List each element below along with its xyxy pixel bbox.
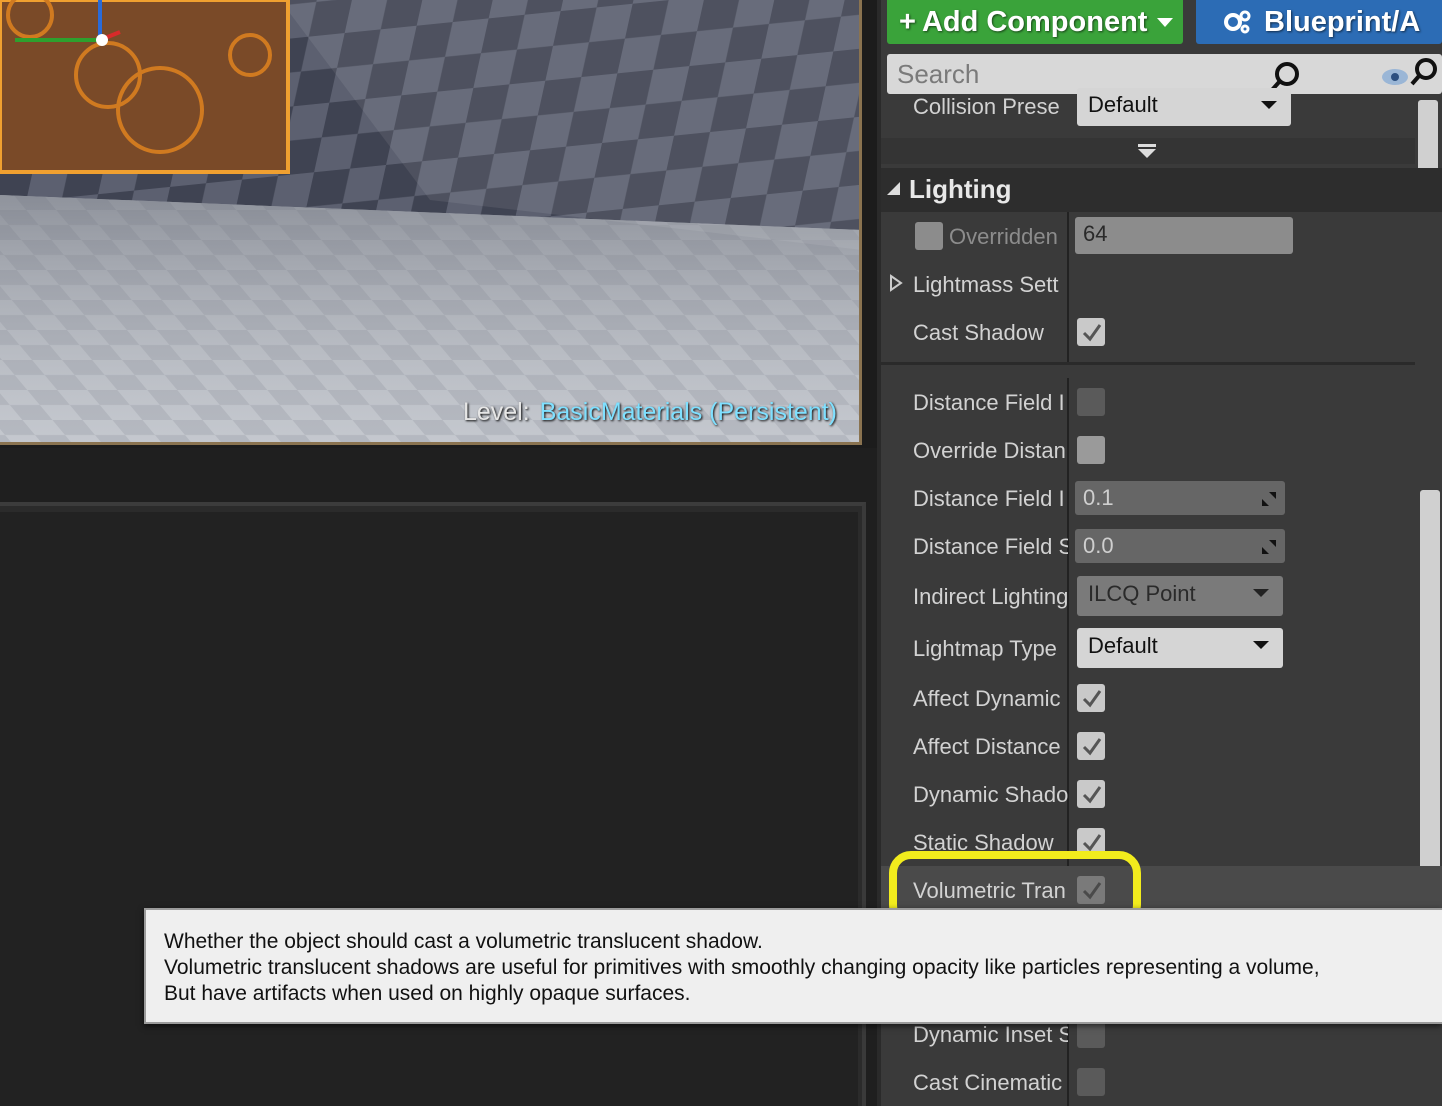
tooltip-line: But have artifacts when used on highly o… [164,982,691,1005]
dropdown-value: Default [1088,92,1158,117]
checkmark-icon [1082,786,1102,804]
checkmark-icon [1082,738,1102,756]
checkmark-icon [1082,690,1102,708]
affect-dynamic-checkbox[interactable] [1077,684,1105,712]
collision-preset-dropdown[interactable]: Default [1077,88,1291,126]
resize-arrows-icon [1261,535,1277,554]
resize-arrows-icon [1261,487,1277,506]
field-value: 0.0 [1083,533,1114,558]
dropdown-value: ILCQ Point [1088,581,1196,606]
cast-cinematic-shadow-label: Cast Cinematic [913,1070,1063,1095]
lightmap-type-label: Lightmap Type [913,636,1057,661]
overridden-value-field[interactable]: 64 [1075,217,1293,254]
affect-dynamic-label: Affect Dynamic [913,686,1061,711]
cast-shadow-checkbox[interactable] [1077,318,1105,346]
dynamic-inset-shadow-checkbox[interactable] [1077,1020,1105,1048]
viewport-scene [0,0,859,442]
add-component-button[interactable]: + Add Component [887,0,1183,44]
expand-arrow-icon [1138,144,1156,158]
lighting-section-header[interactable]: Lighting [881,168,1442,212]
checkmark-icon [1082,834,1102,852]
level-name: BasicMaterials (Persistent) [539,398,837,426]
expand-triangle-icon[interactable] [889,274,903,292]
lower-scrollbar-thumb[interactable] [1420,490,1440,875]
distance-field-indirect-value[interactable]: 0.1 [1075,481,1285,515]
tooltip-line: Whether the object should cast a volumet… [164,930,763,953]
overridden-checkbox[interactable] [915,222,943,250]
blueprint-label: Blueprint/A [1264,5,1421,38]
level-label: Level: [462,398,530,426]
chevron-down-icon [1261,101,1277,109]
search-options-icon[interactable] [1408,56,1440,88]
advanced-expander[interactable] [881,138,1415,164]
distance-field-self-shadow-value[interactable]: 0.0 [1075,529,1285,563]
chevron-down-icon [1253,589,1269,597]
blueprint-button[interactable]: Blueprint/A [1196,0,1442,44]
field-value: 0.1 [1083,485,1114,510]
indirect-lighting-label: Indirect Lighting [913,584,1068,609]
level-viewport[interactable]: Level: BasicMaterials (Persistent) [0,0,862,445]
distance-field-self-shadow-label: Distance Field S [913,534,1068,559]
checkmark-icon [1082,324,1102,342]
add-component-label: Add Component [921,5,1148,38]
group-divider [881,362,1415,365]
tooltip: Whether the object should cast a volumet… [144,908,1442,1024]
indirect-lighting-dropdown[interactable]: ILCQ Point [1077,576,1283,616]
dynamic-shadow-checkbox[interactable] [1077,780,1105,808]
level-indicator: Level: BasicMaterials (Persistent) [463,398,837,427]
lightmap-type-dropdown[interactable]: Default [1077,628,1283,668]
section-title: Lighting [909,174,1012,204]
distance-field-label: Distance Field I [913,390,1065,415]
overridden-label: Overridden [949,224,1058,249]
collapse-triangle-icon [887,182,900,195]
gears-icon [1224,10,1251,34]
distance-field-indirect-label: Distance Field I [913,486,1065,511]
dynamic-inset-shadow-label: Dynamic Inset S [913,1022,1068,1047]
cast-shadow-label: Cast Shadow [913,320,1044,345]
dropdown-value: Default [1088,633,1158,658]
search-input[interactable] [897,56,1257,92]
tooltip-line: Volumetric translucent shadows are usefu… [164,956,1320,979]
affect-distance-label: Affect Distance [913,734,1061,759]
affect-distance-checkbox[interactable] [1077,732,1105,760]
property-label: Collision Prese [913,94,1060,119]
plus-icon: + [899,5,916,38]
field-value: 64 [1083,221,1108,246]
dynamic-shadow-label: Dynamic Shado [913,782,1068,807]
override-distance-checkbox[interactable] [1077,436,1105,464]
cast-cinematic-shadow-checkbox[interactable] [1077,1068,1105,1096]
distance-field-checkbox[interactable] [1077,388,1105,416]
chevron-down-icon [1157,17,1174,27]
eye-icon[interactable] [1380,66,1410,88]
lightmass-settings-label: Lightmass Sett [913,272,1059,297]
override-distance-label: Override Distan [913,438,1066,463]
chevron-down-icon [1253,641,1269,649]
